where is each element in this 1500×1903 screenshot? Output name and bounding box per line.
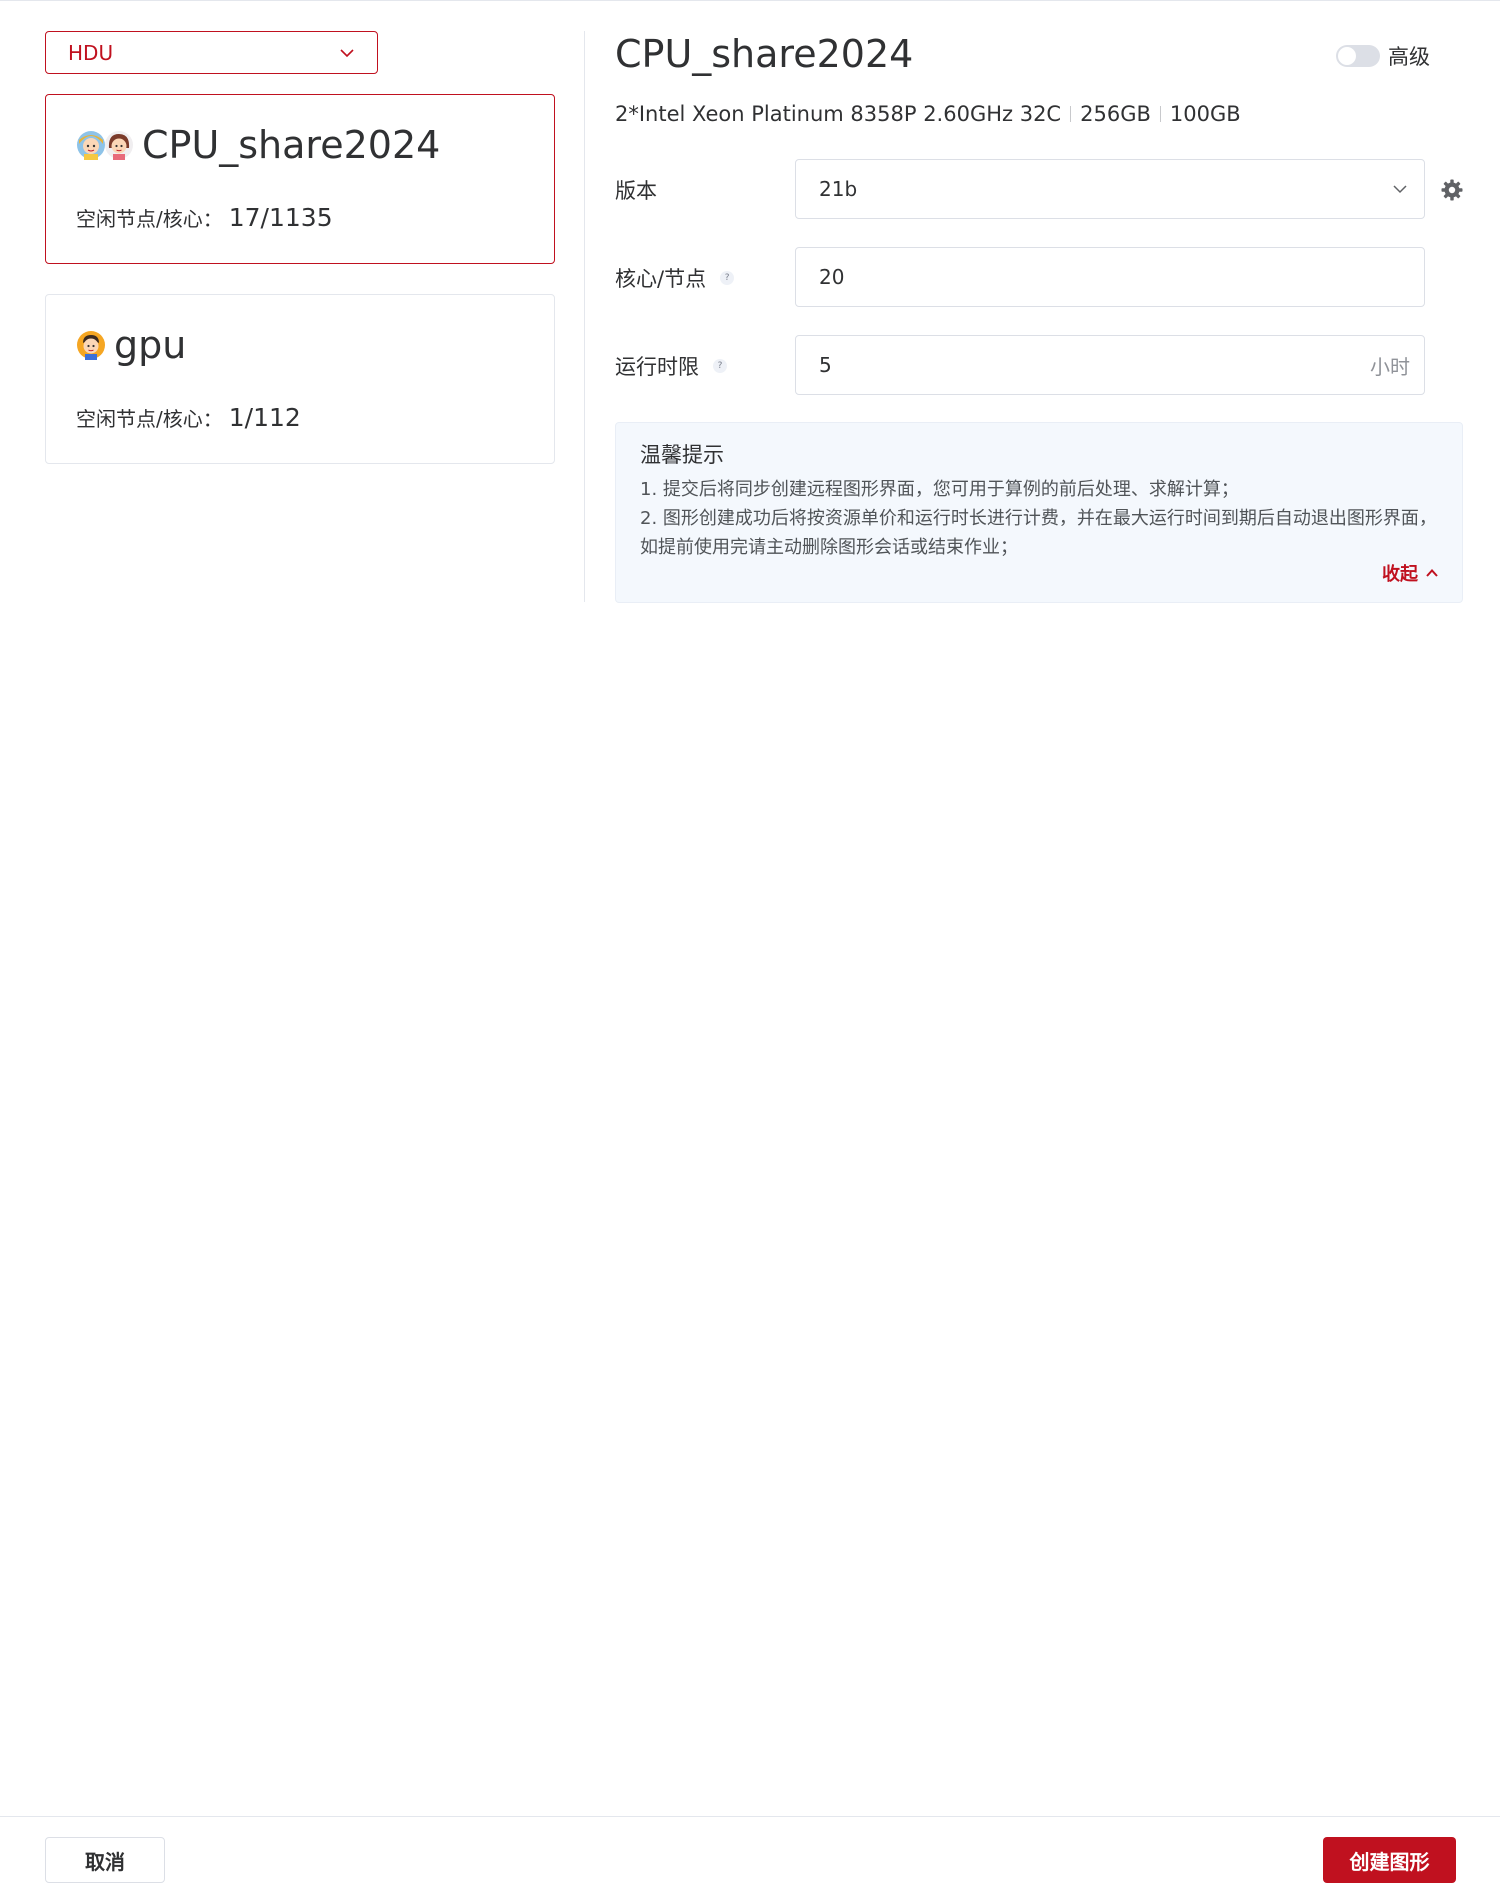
chevron-down-icon	[1393, 185, 1407, 194]
chevron-down-icon	[340, 48, 354, 57]
collapse-button[interactable]: 收起	[1382, 560, 1440, 586]
create-graphics-button[interactable]: 创建图形	[1323, 1837, 1456, 1883]
runtime-label-text: 运行时限	[615, 355, 699, 379]
tips-line: 2. 图形创建成功后将按资源单价和运行时长进行计费，并在最大运行时间到期后自动退…	[640, 508, 1437, 529]
user-avatar-icon	[77, 131, 105, 160]
chevron-up-icon	[1426, 569, 1438, 577]
collapse-label: 收起	[1382, 564, 1418, 585]
tips-line: 1. 提交后将同步创建远程图形界面，您可用于算例的前后处理、求解计算；	[640, 479, 1239, 500]
help-icon[interactable]: ?	[713, 359, 727, 373]
cluster-select-value: HDU	[68, 40, 114, 65]
runtime-input[interactable]: 5 小时	[795, 335, 1425, 395]
column-divider	[584, 31, 585, 602]
queue-card-gpu[interactable]: gpu 空闲节点/核心： 1/112	[45, 294, 555, 464]
user-avatars	[76, 330, 106, 360]
toggle-switch[interactable]	[1336, 45, 1380, 67]
footer-divider	[0, 1816, 1500, 1817]
cluster-select[interactable]: HDU	[45, 31, 378, 74]
version-label: 版本	[615, 175, 657, 205]
idle-nodes-value: 17/1135	[228, 203, 333, 232]
spec-memory: 256GB	[1080, 102, 1151, 126]
queue-name: CPU_share2024	[142, 123, 441, 167]
user-avatar-icon	[77, 331, 105, 360]
tips-panel: 温馨提示 1. 提交后将同步创建远程图形界面，您可用于算例的前后处理、求解计算；…	[615, 422, 1463, 603]
user-avatar-icon	[105, 131, 133, 160]
runtime-unit: 小时	[1370, 354, 1410, 379]
spec-separator	[1159, 106, 1161, 122]
queue-name: gpu	[114, 323, 187, 367]
queue-card-cpu-share2024[interactable]: CPU_share2024 空闲节点/核心： 17/1135	[45, 94, 555, 264]
idle-nodes-value: 1/112	[228, 403, 301, 432]
cores-input-value: 20	[819, 265, 845, 289]
help-icon[interactable]: ?	[720, 271, 735, 285]
tips-line: 如提前使用完请主动删除图形会话或结束作业；	[640, 537, 1018, 558]
version-label-text: 版本	[615, 179, 657, 203]
cores-label: 核心/节点 ?	[615, 263, 735, 293]
gear-icon[interactable]	[1440, 178, 1464, 202]
tips-title: 温馨提示	[640, 443, 724, 467]
spec-disk: 100GB	[1169, 102, 1241, 126]
version-select[interactable]: 21b	[795, 159, 1425, 219]
idle-nodes-label: 空闲节点/核心：	[76, 407, 223, 431]
runtime-input-value: 5	[819, 353, 832, 377]
hardware-specs: 2*Intel Xeon Platinum 8358P 2.60GHz 32C …	[615, 102, 1241, 126]
advanced-label: 高级	[1388, 45, 1430, 69]
version-select-value: 21b	[819, 177, 858, 201]
cores-label-text: 核心/节点	[615, 267, 707, 291]
spec-separator	[1070, 106, 1072, 122]
selected-queue-title: CPU_share2024	[615, 32, 914, 76]
idle-nodes-label: 空闲节点/核心：	[76, 207, 223, 231]
cancel-button[interactable]: 取消	[45, 1837, 165, 1883]
cores-input[interactable]: 20	[795, 247, 1425, 307]
user-avatars	[76, 130, 134, 160]
spec-cpu: 2*Intel Xeon Platinum 8358P 2.60GHz 32C	[615, 102, 1062, 126]
advanced-toggle[interactable]: 高级	[1336, 41, 1430, 71]
top-border	[0, 0, 1500, 1]
runtime-label: 运行时限 ?	[615, 351, 727, 381]
